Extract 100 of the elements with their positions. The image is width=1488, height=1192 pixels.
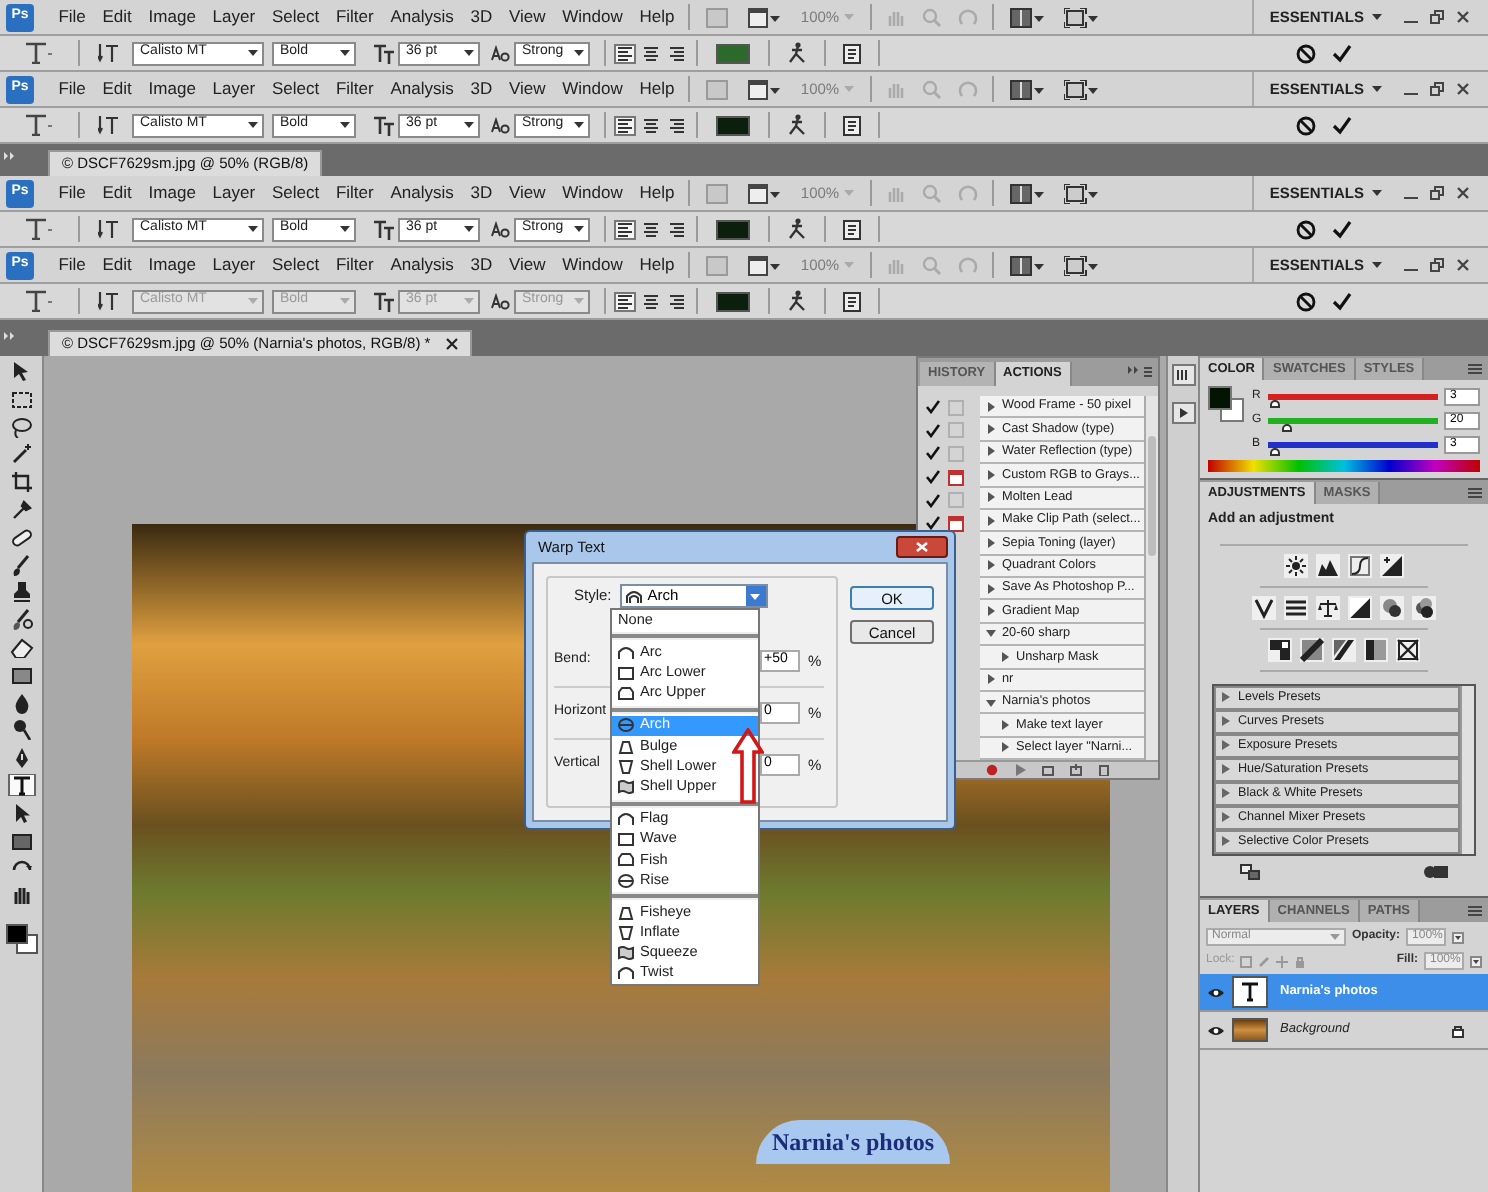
delete-icon[interactable] [1098,764,1110,776]
brightness-icon[interactable] [1284,553,1308,577]
checkmark-icon[interactable] [926,400,940,415]
menu-item[interactable]: Edit [94,252,141,278]
menu-item[interactable]: Filter [327,180,383,206]
align-right-button[interactable] [666,43,688,63]
collapsed-triangle-icon[interactable] [986,401,996,412]
commit-icon[interactable] [1332,43,1352,63]
caret-icon[interactable] [1452,931,1465,943]
align-right-button[interactable] [666,219,688,239]
collapsed-triangle-icon[interactable] [986,560,996,571]
record-icon[interactable] [986,764,998,776]
cancel-icon[interactable] [1296,219,1316,239]
eraser-icon[interactable] [7,635,35,658]
hue-saturation-icon[interactable] [1284,595,1308,619]
menu-item[interactable]: Help [631,76,683,102]
color-swatches-icon[interactable] [5,923,37,954]
collapsed-triangle-icon[interactable] [986,446,996,457]
checkmark-icon[interactable] [926,423,940,438]
close-icon[interactable] [1456,82,1470,96]
menu-item[interactable]: Window [553,76,632,102]
dialog-toggle-icon[interactable] [948,422,964,439]
selective-color-icon[interactable] [1396,637,1420,661]
crop-icon[interactable] [7,470,35,493]
dialog-toggle-icon[interactable] [948,515,964,532]
panel-menu-icon[interactable] [1468,364,1482,374]
expanded-triangle-icon[interactable] [986,628,996,639]
text-color-swatch[interactable] [716,43,750,63]
align-left-button[interactable] [614,43,636,63]
menu-item[interactable]: Image [140,252,205,278]
color-spectrum-bar[interactable] [1208,460,1480,472]
slider-thumb[interactable] [1281,424,1292,432]
close-icon[interactable] [1456,186,1470,200]
menu-item[interactable]: File [50,76,95,102]
screen-mode-icon[interactable] [1063,183,1098,203]
panels-icon[interactable] [842,43,862,63]
menu-item[interactable]: Edit [94,76,141,102]
align-center-button[interactable] [640,115,662,135]
collapsed-triangle-icon[interactable] [1000,742,1010,753]
type-tool-icon[interactable] [24,114,52,136]
new-set-icon[interactable] [1042,764,1054,776]
commit-icon[interactable] [1332,219,1352,239]
cancel-icon[interactable] [1296,115,1316,135]
scrollbar[interactable] [1144,396,1158,760]
vibrance-icon[interactable] [1252,595,1276,619]
menu-item[interactable]: File [50,180,95,206]
panel-expand-icon[interactable] [4,332,16,340]
dialog-toggle-icon[interactable] [948,469,964,486]
menu-item[interactable]: Help [631,4,683,30]
collapsed-triangle-icon[interactable] [1000,719,1010,730]
scrollbar[interactable] [1460,685,1474,853]
gradient-icon[interactable] [7,663,35,686]
panel-menu-icon[interactable] [1468,488,1482,498]
align-center-button[interactable] [640,43,662,63]
menu-item[interactable]: Analysis [382,180,463,206]
color-swatches-icon[interactable] [1208,386,1244,422]
menu-item[interactable]: 3D [462,76,501,102]
view-extras-icon[interactable] [748,183,781,203]
levels-icon[interactable] [1316,553,1340,577]
menu-item[interactable]: Image [140,4,205,30]
preview-icon[interactable] [1424,863,1448,879]
panels-icon[interactable] [842,115,862,135]
posterize-icon[interactable] [1300,637,1324,661]
menu-item[interactable]: Image [140,76,205,102]
menu-item[interactable]: Filter [327,4,383,30]
menu-item[interactable]: File [50,4,95,30]
dropdown-button[interactable] [745,586,766,606]
checkmark-icon[interactable] [926,516,940,531]
collapsed-triangle-icon[interactable] [1000,651,1010,662]
text-orientation-icon[interactable] [98,114,120,136]
diagonal-split-icon[interactable] [1348,595,1372,619]
screen-mode-icon[interactable] [1063,255,1098,275]
invert-icon[interactable] [1268,637,1292,661]
close-icon[interactable] [1456,10,1470,24]
new-action-icon[interactable] [1070,764,1082,776]
menu-item[interactable]: File [50,252,95,278]
cancel-icon[interactable] [1296,291,1316,311]
collapsed-triangle-icon[interactable] [986,583,996,594]
expanded-triangle-icon[interactable] [986,697,996,708]
eye-icon[interactable] [1208,987,1224,997]
checkmark-icon[interactable] [926,446,940,461]
menu-item[interactable]: Layer [204,76,264,102]
collapsed-triangle-icon[interactable] [986,537,996,548]
view-extras-icon[interactable] [748,79,781,99]
type-tool-icon[interactable] [24,290,52,312]
menu-item[interactable]: Analysis [382,252,463,278]
exposure-icon[interactable] [1380,553,1404,577]
lasso-icon[interactable] [7,415,35,438]
restore-icon[interactable] [1430,10,1444,24]
commit-icon[interactable] [1332,115,1352,135]
menu-item[interactable]: 3D [462,252,501,278]
menu-item[interactable]: Analysis [382,4,463,30]
dialog-toggle-icon[interactable] [948,492,964,509]
menu-item[interactable]: Layer [204,4,264,30]
restore-icon[interactable] [1430,186,1444,200]
panel-expand-icon[interactable] [4,152,16,160]
view-extras-icon[interactable] [748,255,781,275]
arrange-documents-icon[interactable] [1009,79,1044,99]
threshold-icon[interactable] [1332,637,1356,661]
menu-item[interactable]: Help [631,252,683,278]
